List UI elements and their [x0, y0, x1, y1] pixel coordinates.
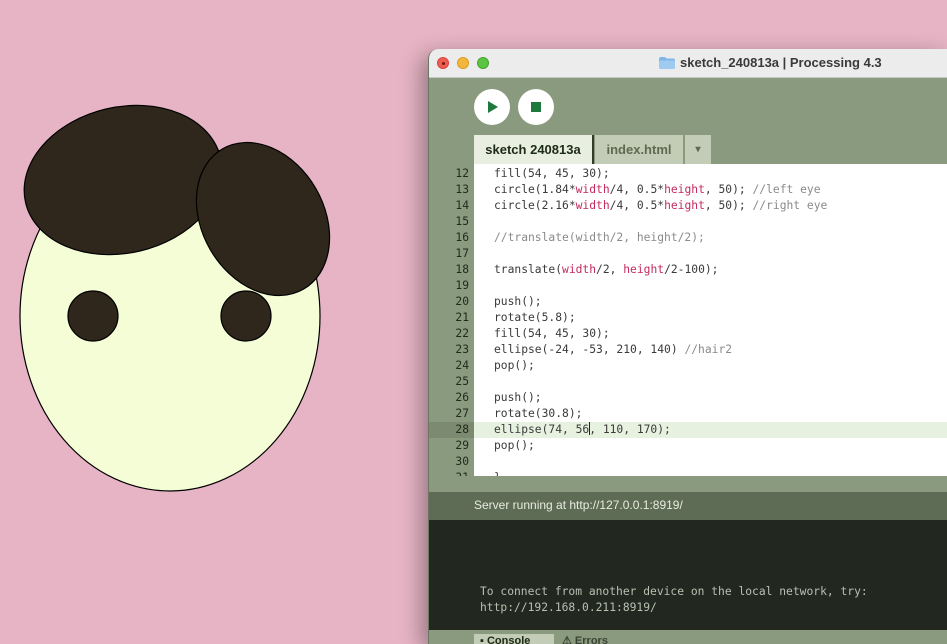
line-code: ellipse(-24, -53, 210, 140) //hair2 — [494, 343, 733, 356]
code-line[interactable]: 25 — [429, 374, 947, 390]
code-line[interactable]: 13 circle(1.84*width/4, 0.5*height, 50); … — [429, 182, 947, 198]
line-code: ellipse(74, 56, 110, 170); — [494, 422, 671, 436]
line-number: 30 — [455, 455, 469, 468]
line-number: 24 — [455, 359, 469, 372]
tab-errors-label: Errors — [574, 635, 608, 644]
tab-menu-chevron-down-icon[interactable]: ▾ — [685, 135, 711, 164]
console-line: To connect from another device on the lo… — [480, 585, 868, 598]
line-code: translate(width/2, height/2-100); — [494, 263, 719, 276]
code-line[interactable]: 15 — [429, 214, 947, 230]
editor-bottom-edge — [429, 476, 947, 492]
status-text: Server running at http://127.0.0.1:8919/ — [474, 498, 683, 512]
line-code: rotate(30.8); — [494, 407, 583, 420]
editor-tabs: sketch 240813a index.html ▾ — [429, 135, 947, 164]
code-line[interactable]: 18 translate(width/2, height/2-100); — [429, 262, 947, 278]
line-number: 28 — [429, 422, 474, 438]
line-number: 18 — [455, 263, 469, 276]
stop-button[interactable] — [518, 89, 554, 125]
code-line[interactable]: 21 rotate(5.8); — [429, 310, 947, 326]
line-code: //translate(width/2, height/2); — [494, 231, 705, 244]
status-bar: Server running at http://127.0.0.1:8919/ — [429, 492, 947, 520]
line-code: pop(); — [494, 359, 535, 372]
line-number: 19 — [455, 279, 469, 292]
code-line[interactable]: 26 push(); — [429, 390, 947, 406]
tab-sketch[interactable]: sketch 240813a — [474, 135, 594, 164]
code-line[interactable]: 23 ellipse(-24, -53, 210, 140) //hair2 — [429, 342, 947, 358]
console-tabs: ▪ Console ⚠ Errors — [429, 630, 947, 644]
left-eye — [67, 290, 119, 342]
line-number: 23 — [455, 343, 469, 356]
tab-console[interactable]: ▪ Console — [474, 634, 554, 644]
code-line[interactable]: 17 — [429, 246, 947, 262]
line-code: fill(54, 45, 30); — [494, 167, 610, 180]
line-code: rotate(5.8); — [494, 311, 576, 324]
code-line[interactable]: 16 //translate(width/2, height/2); — [429, 230, 947, 246]
right-eye — [220, 290, 272, 342]
close-window-button[interactable] — [437, 57, 449, 69]
window-title-text: sketch_240813a | Processing 4.3 — [680, 55, 882, 70]
toolbar — [429, 78, 947, 135]
line-number: 29 — [455, 439, 469, 452]
line-number: 22 — [455, 327, 469, 340]
tab-errors[interactable]: ⚠ Errors — [562, 634, 608, 644]
console-panel[interactable]: To connect from another device on the lo… — [429, 520, 947, 630]
line-number: 17 — [455, 247, 469, 260]
line-number: 14 — [455, 199, 469, 212]
line-code: push(); — [494, 391, 542, 404]
code-line[interactable]: 12 fill(54, 45, 30); — [429, 166, 947, 182]
play-icon — [488, 101, 498, 113]
line-number: 26 — [455, 391, 469, 404]
run-button[interactable] — [474, 89, 510, 125]
line-number: 25 — [455, 375, 469, 388]
line-code: push(); — [494, 295, 542, 308]
line-number: 27 — [455, 407, 469, 420]
line-code: circle(2.16*width/4, 0.5*height, 50); //… — [494, 199, 828, 212]
code-line[interactable]: 19 — [429, 278, 947, 294]
code-line[interactable]: 27 rotate(30.8); — [429, 406, 947, 422]
window-title: sketch_240813a | Processing 4.3 — [659, 55, 882, 70]
code-editor[interactable]: 12 fill(54, 45, 30); 13 circle(1.84*width/4… — [429, 164, 947, 476]
title-bar[interactable]: sketch_240813a | Processing 4.3 — [429, 49, 947, 78]
tab-index-html[interactable]: index.html — [595, 135, 683, 164]
line-number: 21 — [455, 311, 469, 324]
line-code: circle(1.84*width/4, 0.5*height, 50); //… — [494, 183, 821, 196]
folder-icon — [659, 56, 675, 69]
warning-icon: ⚠ — [562, 635, 575, 644]
sketch-canvas — [19, 104, 331, 492]
code-line[interactable]: 28 ellipse(74, 56, 110, 170); — [429, 422, 947, 438]
code-line[interactable]: 14 circle(2.16*width/4, 0.5*height, 50); … — [429, 198, 947, 214]
code-line[interactable]: 24 pop(); — [429, 358, 947, 374]
code-line[interactable]: 20 push(); — [429, 294, 947, 310]
line-number: 15 — [455, 215, 469, 228]
code-line[interactable]: 22 fill(54, 45, 30); — [429, 326, 947, 342]
line-code: fill(54, 45, 30); — [494, 327, 610, 340]
line-number: 12 — [455, 167, 469, 180]
console-line: http://192.168.0.211:8919/ — [480, 601, 657, 614]
line-code: pop(); — [494, 439, 535, 452]
line-number: 13 — [455, 183, 469, 196]
tab-console-label: Console — [486, 635, 531, 644]
processing-window: sketch_240813a | Processing 4.3 sketch 2… — [428, 49, 947, 644]
console-icon: ▪ — [480, 635, 487, 644]
line-number: 20 — [455, 295, 469, 308]
maximize-window-button[interactable] — [477, 57, 489, 69]
line-number: 16 — [455, 231, 469, 244]
code-line[interactable]: 29 pop(); — [429, 438, 947, 454]
stop-icon — [531, 102, 541, 112]
minimize-window-button[interactable] — [457, 57, 469, 69]
code-line[interactable]: 30 — [429, 454, 947, 470]
